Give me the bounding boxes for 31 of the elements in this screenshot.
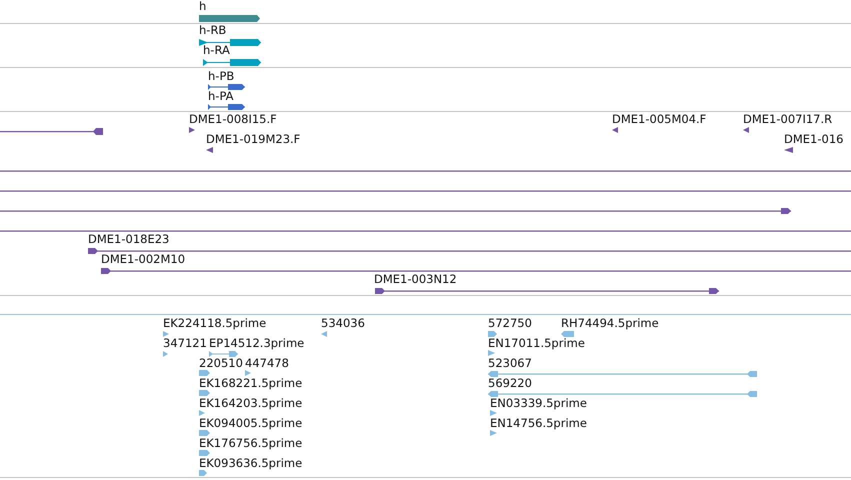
feature-label: EN14756.5prime [490, 418, 587, 430]
feature-label: DME1-016 [784, 134, 844, 146]
feature-label: 534036 [321, 318, 365, 330]
feature-label: h-PB [208, 71, 234, 82]
feature-label: EK164203.5prime [199, 398, 302, 410]
feature-label: 572750 [488, 318, 532, 330]
feature-label: 220510 [199, 358, 243, 370]
feature-label: h-RA [203, 45, 230, 56]
feature-label: EN03339.5prime [490, 398, 587, 410]
feature-label: DME1-008I15.F [189, 114, 277, 126]
feature-label: DME1-018E23 [88, 234, 170, 246]
feature-label: h-RB [199, 25, 226, 36]
feature-label: DME1-019M23.F [206, 134, 300, 146]
feature-label: RH74494.5prime [561, 318, 659, 330]
feature-label: 523067 [488, 358, 532, 370]
feature-label: EK094005.5prime [199, 418, 302, 430]
feature-label: h [199, 1, 206, 12]
feature-label: DME1-003N12 [374, 274, 457, 286]
feature-label: EK224118.5prime [163, 318, 266, 330]
feature-label: DME1-007I17.R [743, 114, 832, 126]
feature-label: EN17011.5prime [488, 338, 585, 350]
feature-label: 569220 [488, 378, 532, 390]
feature-label: EK168221.5prime [199, 378, 302, 390]
feature-label: DME1-005M04.F [612, 114, 706, 126]
feature-label: 447478 [245, 358, 289, 370]
feature-label: EK093636.5prime [199, 458, 302, 470]
feature-label: EP14512.3prime [209, 338, 304, 350]
feature-label: 347121 [163, 338, 207, 350]
feature-label: h-PA [208, 91, 234, 102]
feature-label: DME1-002M10 [101, 254, 186, 266]
feature-label: EK176756.5prime [199, 438, 302, 450]
